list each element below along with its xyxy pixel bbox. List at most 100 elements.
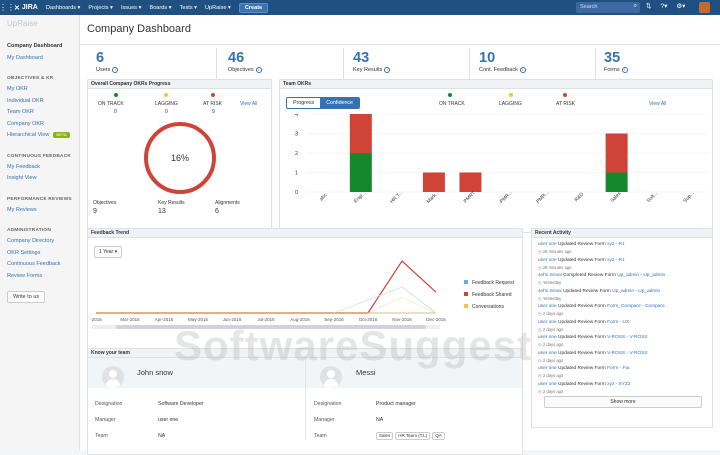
recent-activity-panel: Recent Activity user one Updated Review … — [531, 228, 713, 428]
clock-icon: ◷ — [538, 311, 542, 316]
tab-progress[interactable]: Progress — [287, 98, 320, 108]
sidebar-item-review-forms[interactable]: Review Forms — [7, 271, 79, 283]
lagging-dot — [509, 93, 513, 97]
activity-item[interactable]: user one Updated Review Form V-ROSS - V-… — [538, 351, 648, 363]
y-tick-label: 2 — [295, 151, 298, 157]
team-tag: Sales — [376, 432, 394, 440]
activity-target[interactable]: Form - Fia — [607, 366, 629, 371]
scrollbar-thumb — [116, 325, 426, 329]
activity-target[interactable]: Up_admin - Up_admin — [617, 273, 665, 278]
jira-logo-icon: ✕ — [14, 4, 20, 12]
bar-at-risk — [605, 133, 628, 173]
nav-boards[interactable]: Boards ▾ — [149, 5, 171, 11]
x-tick-label: Sep-2016 — [324, 317, 344, 322]
x-tick-label: R&D — [574, 191, 586, 203]
sidebar-item-company-okr[interactable]: Company OKR — [7, 119, 79, 131]
activity-user[interactable]: user one — [538, 351, 557, 356]
activity-target[interactable]: xyz - XYZ2 — [607, 382, 630, 387]
x-tick-label: Nov-2016 — [392, 317, 412, 322]
member-card[interactable]: Messi Designation Product manager Manage… — [306, 358, 522, 440]
member-card[interactable]: John snow Designation Software Developer… — [88, 358, 306, 440]
activity-user[interactable]: user one — [538, 366, 557, 371]
nav-projects[interactable]: Projects ▾ — [88, 5, 113, 11]
bar-at-risk — [459, 172, 482, 192]
sidebar-item-okr-settings[interactable]: OKR Settings — [7, 248, 79, 260]
app-switcher-icon[interactable]: ⋮⋮ — [0, 0, 15, 15]
activity-target[interactable]: V-ROSS - V-ROSS — [607, 351, 648, 356]
sidebar: UpRaise Company Dashboard My Dashboard O… — [0, 15, 80, 450]
x-tick-label: -2016 — [90, 317, 102, 322]
show-more-button[interactable]: Show more — [544, 396, 702, 408]
clock-icon: ◷ — [538, 373, 542, 378]
beta-badge: BETA — [53, 131, 70, 138]
activity-item[interactable]: John Snow Completed Review Form Up_admin… — [538, 273, 665, 285]
sidebar-item-hierarchical-view[interactable]: Hierarchical View BETA — [7, 130, 79, 142]
sidebar-item-company-dashboard[interactable]: Company Dashboard — [7, 41, 79, 53]
help-icon[interactable]: ?▾ — [660, 2, 667, 10]
activity-user[interactable]: user one — [538, 335, 557, 340]
activity-user[interactable]: John Snow — [538, 289, 562, 294]
feedback-trend-chart: -2016 Mar-2016 Apr-2016 May-2016 Jun-2016 Jul… — [90, 260, 446, 329]
activity-item[interactable]: John Snow Updated Review Form Up_admin -… — [538, 289, 660, 301]
nav-tests[interactable]: Tests ▾ — [180, 5, 197, 11]
user-avatar[interactable] — [699, 2, 710, 13]
activity-user[interactable]: user one — [538, 320, 557, 325]
main-content: Company Dashboard 6 Users i 46 Objectives i … — [80, 15, 720, 455]
settings-icon[interactable]: ⚙▾ — [676, 2, 685, 10]
activity-target[interactable]: xyz - R1 — [607, 242, 625, 247]
activity-target[interactable]: Up_admin - Up_admin — [612, 289, 660, 294]
activity-target[interactable]: Form - UX — [607, 320, 629, 325]
activity-item[interactable]: user one Updated Review Form V-ROSS - V-… — [538, 335, 648, 347]
sidebar-item-insight-view[interactable]: Insight View — [7, 173, 79, 185]
activity-user[interactable]: user one — [538, 304, 557, 309]
progress-percent: 16% — [171, 153, 189, 163]
activity-item[interactable]: user one Updated Review Form Form - UX ◷ … — [538, 320, 629, 332]
x-tick-label: Sup... — [682, 191, 695, 204]
sidebar-brand: UpRaise — [7, 19, 38, 28]
activity-item[interactable]: user one Updated Review Form Form_Compar… — [538, 304, 665, 316]
jira-logo[interactable]: ✕ JIRA — [14, 4, 38, 12]
at-risk-dot — [563, 93, 567, 97]
sidebar-item-my-reviews[interactable]: My Reviews — [7, 205, 79, 217]
activity-item[interactable]: user one Updated Review Form xyz - R1 ◷ 2… — [538, 258, 625, 270]
bar-on-track — [349, 153, 372, 192]
period-select[interactable]: 1 Year ▾ — [94, 246, 123, 258]
tab-confidence[interactable]: Confidence — [320, 98, 360, 108]
sidebar-item-my-feedback[interactable]: My Feedback — [7, 162, 79, 174]
create-button[interactable]: Create — [238, 2, 269, 13]
nav-issues[interactable]: Issues ▾ — [121, 5, 142, 11]
sidebar-item-team-okr[interactable]: Team OKR — [7, 107, 79, 119]
sidebar-item-my-dashboard[interactable]: My Dashboard — [7, 53, 79, 65]
activity-target[interactable]: Form_Compare - Compare — [607, 304, 665, 309]
activity-item[interactable]: user one Updated Review Form Form - Fia ◷… — [538, 366, 629, 378]
search-input[interactable]: Search ⌕ — [576, 2, 640, 13]
y-tick-label: 4 — [295, 114, 298, 118]
sidebar-item-continuous-feedback[interactable]: Continuous Feedback — [7, 259, 79, 271]
sidebar-item-my-okr[interactable]: My OKR — [7, 84, 79, 96]
panel-title: Feedback Trend — [88, 229, 522, 238]
activity-user[interactable]: John Snow — [538, 273, 562, 278]
view-all-link[interactable]: View All — [240, 101, 257, 107]
know-your-team-panel: Know your team John snow Designation Sof… — [87, 348, 523, 455]
notifications-icon[interactable]: ⇅ — [646, 2, 651, 10]
clock-icon: ◷ — [538, 388, 542, 394]
activity-user[interactable]: user one — [538, 242, 557, 247]
sidebar-item-company-directory[interactable]: Company Directory — [7, 236, 79, 248]
top-nav: ⋮⋮ ✕ JIRA Dashboards ▾ Projects ▾ Issues … — [0, 0, 720, 15]
activity-target[interactable]: V-ROSS - V-ROSS — [607, 335, 648, 340]
at-risk-dot — [211, 93, 215, 97]
write-to-us-button[interactable]: Write to us — [7, 291, 46, 303]
nav-upraise[interactable]: UpRaise ▾ — [205, 5, 231, 11]
activity-target[interactable]: xyz - R1 — [607, 258, 625, 263]
team-tag: HR Team (T.L) — [395, 432, 431, 440]
view-all-link[interactable]: View All — [649, 101, 666, 107]
on-track-dot — [448, 93, 452, 97]
y-tick-label: 3 — [295, 132, 298, 138]
activity-user[interactable]: user one — [538, 382, 557, 387]
nav-dashboards[interactable]: Dashboards ▾ — [46, 5, 81, 11]
sidebar-item-individual-okr[interactable]: Individual OKR — [7, 96, 79, 108]
activity-user[interactable]: user one — [538, 258, 557, 263]
panel-title: Know your team — [88, 349, 522, 358]
activity-item[interactable]: user one Updated Review Form xyz - R1 ◷ 2… — [538, 242, 625, 254]
activity-item[interactable]: user one Updated Review Form xyz - XYZ2 ◷… — [538, 382, 631, 394]
